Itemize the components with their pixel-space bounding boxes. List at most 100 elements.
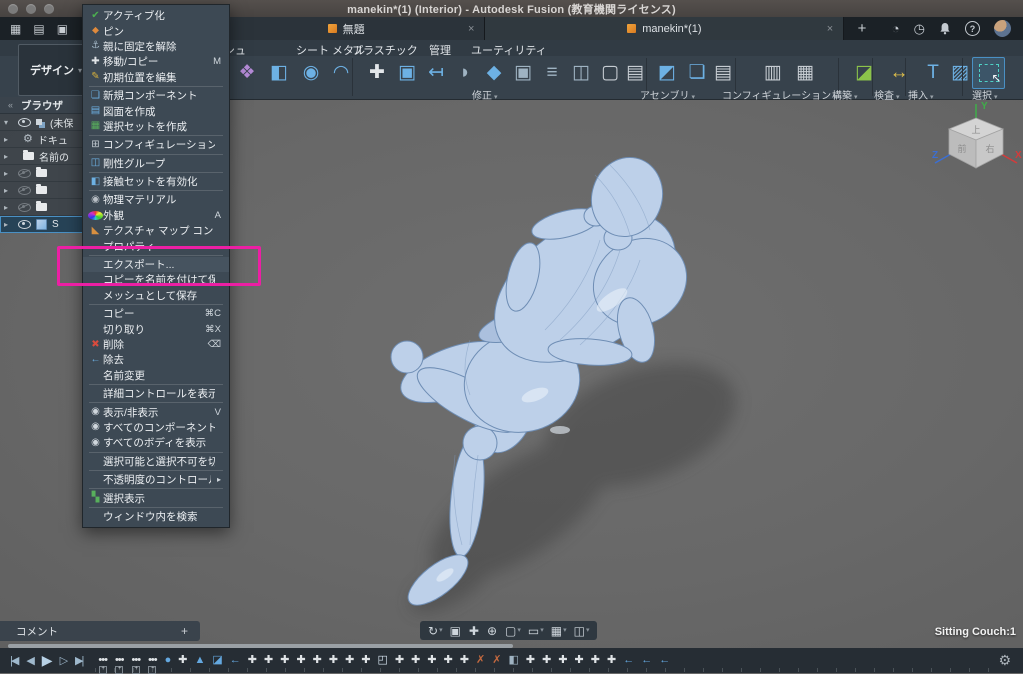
viewports-icon[interactable]: ◫▾ [574,625,590,637]
move-feature-icon[interactable]: ✚ [411,655,419,666]
move-feature-icon[interactable]: ✚ [361,655,369,666]
visibility-eye-icon[interactable] [18,203,31,212]
expander-icon[interactable]: ▸ [4,186,13,195]
sketch-group-icon[interactable]: ••• [98,655,107,666]
edit-initial-position[interactable]: ✎ 初期位置を編集 [83,70,229,85]
collapse-panel-icon[interactable]: « [8,100,13,110]
enable-contact-set[interactable]: ◧ 接触セットを有効化 [83,174,229,189]
loft-icon[interactable]: ▲ [195,655,205,666]
play-button[interactable]: ▶ [42,652,51,669]
timeline-settings-gear-icon[interactable]: ⚙ [998,652,1011,669]
extrude-icon[interactable]: ◧ [264,58,294,86]
chamfer-icon[interactable]: ◆ [479,58,509,86]
notifications-bell-icon[interactable] [939,22,951,35]
close-tab-icon[interactable]: × [827,23,833,35]
form-icon[interactable]: ● [165,655,171,666]
step-back-button[interactable]: ◀ [26,654,32,667]
move-feature-icon[interactable]: ✚ [264,655,272,666]
suppressed-joint-icon[interactable]: ✗ [492,655,500,666]
display-settings-icon[interactable]: ▭▾ [528,625,544,637]
move-feature-icon[interactable]: ✚ [427,655,435,666]
expander-icon[interactable]: ▸ [4,135,13,144]
add-comment-icon[interactable]: + [181,624,188,638]
delete[interactable]: ✖ 削除 ⌫ [83,337,229,352]
save-copy-as[interactable]: コピーを名前を付けて保存... [83,272,229,287]
zoom-icon[interactable]: ⊕ [487,625,498,637]
appearance[interactable]: ● 外観 A [83,208,229,223]
physical-material[interactable]: ◉ 物理マテリアル [83,192,229,207]
properties[interactable]: プロパティ [83,238,229,253]
move-feature-icon[interactable]: ✚ [345,655,353,666]
move-feature-icon[interactable]: ✚ [444,655,452,666]
app-grid-icon[interactable]: ▦ [10,23,21,35]
offset-face-icon[interactable]: ↤ [421,58,451,86]
revolve-icon[interactable]: ◉ [296,58,326,86]
export[interactable]: エクスポート... [83,257,229,272]
move-feature-icon[interactable]: ✚ [460,655,468,666]
show-hide[interactable]: ◉ 表示/非表示 V [83,404,229,419]
opacity-control[interactable]: 不透明度のコントロール ▸ [83,472,229,487]
new-component[interactable]: ❏ 新規コンポーネント [83,88,229,103]
user-avatar[interactable] [994,20,1011,37]
split-body-icon[interactable]: ≡ [537,58,567,86]
document-tab-manekin[interactable]: manekin*(1) × [485,17,844,40]
move-feature-icon[interactable]: ✚ [526,655,534,666]
suppressed-joint-icon[interactable]: ✗ [476,655,484,666]
insert-mesh-icon[interactable]: T [918,58,948,86]
construction-plane-icon[interactable]: ◰ [378,655,387,666]
grid-snap-icon[interactable]: ▦▾ [551,625,567,637]
skip-to-end-button[interactable]: ▶| [75,654,82,667]
press-pull-icon[interactable]: ← [659,655,669,666]
remove[interactable]: ← 除去 [83,352,229,367]
combine-icon[interactable]: ◪ [212,655,221,666]
texture-map-control[interactable]: ◣ テクスチャ マップ コントロール [83,223,229,238]
view-cube[interactable]: Y Z X 上 前 右 [928,96,1023,194]
skip-to-start-button[interactable]: |◀ [10,654,17,667]
cube-face-front-label[interactable]: 前 [957,143,966,154]
ribbon-group-label[interactable]: 検査▾ [874,87,900,102]
show-all-components[interactable]: ◉ すべてのコンポーネントを表示 [83,420,229,435]
new-document-button[interactable]: + [844,17,880,40]
measure-icon[interactable]: ↔ [884,58,914,86]
configuration[interactable]: ⊞ コンフィギュレーション [83,137,229,152]
isolate[interactable]: ▚ 選択表示 [83,490,229,505]
insert-derive-icon[interactable]: ◩ [652,58,682,86]
rename[interactable]: 名前変更 [83,368,229,383]
toggle-selectable[interactable]: 選択可能と選択不可を切り替え [83,454,229,469]
move-feature-icon[interactable]: ✚ [395,655,403,666]
fit-icon[interactable]: ▢▾ [505,625,521,637]
expander-icon[interactable]: ▸ [4,203,13,212]
expander-icon[interactable]: ▾ [4,118,13,127]
cut[interactable]: 切り取り ⌘X [83,321,229,336]
unfix-from-parent[interactable]: ⚓ 親に固定を解除 [83,39,229,54]
configuration-icon[interactable]: ▥ [758,58,788,86]
show-all-bodies[interactable]: ◉ すべてのボディを表示 [83,435,229,450]
press-pull-icon[interactable]: ← [641,655,651,666]
canvas-icon[interactable]: ▨ [945,58,975,86]
move-icon[interactable]: ✚ [362,58,392,86]
sketch-group-icon[interactable]: ••• [148,655,157,666]
ribbon-group-label[interactable]: 構築▾ [832,87,858,102]
ribbon-group-label[interactable]: コンフィギュレーション▾ [722,87,837,102]
create-drawing[interactable]: ▤ 図面を作成 [83,103,229,118]
press-pull-icon[interactable]: ← [623,655,633,666]
extensions-icon[interactable]: ◔ [892,22,900,35]
pin[interactable]: ⬥ ピン [83,23,229,38]
save-as-mesh[interactable]: メッシュとして保存 [83,288,229,303]
help-icon[interactable]: ? [965,21,980,36]
construct-plane-icon[interactable]: ◪ [849,58,879,86]
job-status-icon[interactable]: ◷ [914,22,925,35]
orbit-icon[interactable]: ↻▾ [428,625,443,637]
bom-icon[interactable]: ▤ [708,58,738,86]
step-forward-button[interactable]: ▷ [60,654,66,667]
file-menu-icon[interactable]: ▤ [33,23,44,35]
close-tab-icon[interactable]: × [468,23,474,35]
press-pull-icon[interactable]: ← [230,655,240,666]
move-feature-icon[interactable]: ✚ [248,655,256,666]
move-feature-icon[interactable]: ✚ [329,655,337,666]
create-selection-set[interactable]: ▦ 選択セットを作成 [83,119,229,134]
combine-icon[interactable]: ▣ [392,58,422,86]
find-in-window[interactable]: ウィンドウ内を検索 [83,509,229,524]
shell-icon[interactable]: ▣ [508,58,538,86]
document-tab-untitled[interactable]: 無題 × [208,17,486,40]
